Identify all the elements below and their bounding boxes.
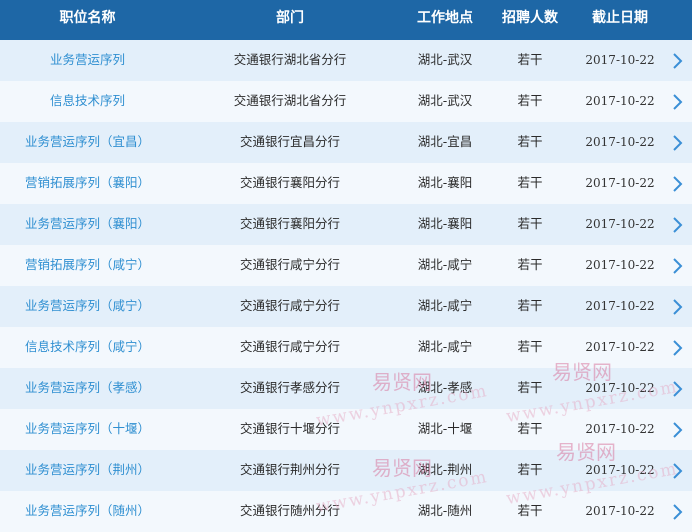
job-title[interactable]: 业务营运序列（随州） [0,491,175,532]
chevron-right-icon[interactable] [671,134,685,152]
job-department: 交通银行随州分行 [239,503,340,518]
job-department: 交通银行襄阳分行 [239,175,340,190]
job-count: 若干 [517,421,543,436]
table-row[interactable]: 业务营运序列（孝感） 交通银行孝感分行 湖北-孝感 若干 2017-10-22 [0,368,692,409]
table-header: 职位名称 部门 工作地点 招聘人数 截止日期 [0,0,692,40]
job-location: 湖北-孝感 [417,380,473,395]
job-location: 湖北-荆州 [417,462,473,477]
job-title[interactable]: 营销拓展序列（襄阳） [0,163,175,204]
job-title[interactable]: 业务营运序列（荆州） [0,450,175,491]
job-location: 湖北-随州 [417,503,473,518]
job-location: 湖北-咸宁 [417,298,473,313]
table-row[interactable]: 业务营运序列（襄阳） 交通银行襄阳分行 湖北-襄阳 若干 2017-10-22 [0,204,692,245]
job-location: 湖北-武汉 [417,52,473,67]
job-count: 若干 [517,503,543,518]
chevron-right-icon[interactable] [671,298,685,316]
job-count: 若干 [517,175,543,190]
header-count: 招聘人数 [502,10,558,26]
job-deadline: 2017-10-22 [585,504,655,518]
job-department: 交通银行荆州分行 [239,462,340,477]
table-row[interactable]: 信息技术序列（咸宁） 交通银行咸宁分行 湖北-咸宁 若干 2017-10-22 [0,327,692,368]
job-title[interactable]: 业务营运序列（宜昌） [0,122,175,163]
chevron-right-icon[interactable] [671,421,685,439]
job-count: 若干 [517,380,543,395]
job-location: 湖北-咸宁 [417,257,473,272]
job-department: 交通银行咸宁分行 [239,298,340,313]
job-department: 交通银行咸宁分行 [239,257,340,272]
job-deadline: 2017-10-22 [585,53,655,67]
job-title[interactable]: 业务营运序列（襄阳） [0,204,175,245]
job-deadline: 2017-10-22 [585,299,655,313]
job-title[interactable]: 信息技术序列（咸宁） [0,327,175,368]
table-row[interactable]: 业务营运序列（随州） 交通银行随州分行 湖北-随州 若干 2017-10-22 [0,491,692,532]
chevron-right-icon[interactable] [671,93,685,111]
job-deadline: 2017-10-22 [585,176,655,190]
table-row[interactable]: 业务营运序列 交通银行湖北省分行 湖北-武汉 若干 2017-10-22 [0,40,692,81]
chevron-right-icon[interactable] [671,175,685,193]
job-department: 交通银行宜昌分行 [239,134,340,149]
job-department: 交通银行襄阳分行 [239,216,340,231]
job-department: 交通银行咸宁分行 [239,339,340,354]
table-row[interactable]: 业务营运序列（十堰） 交通银行十堰分行 湖北-十堰 若干 2017-10-22 [0,409,692,450]
chevron-right-icon[interactable] [671,216,685,234]
job-location: 湖北-武汉 [417,93,473,108]
job-count: 若干 [517,257,543,272]
job-count: 若干 [517,216,543,231]
header-location: 工作地点 [417,10,473,26]
job-title[interactable]: 业务营运序列（十堰） [0,409,175,450]
job-deadline: 2017-10-22 [585,463,655,477]
table-row[interactable]: 信息技术序列 交通银行湖北省分行 湖北-武汉 若干 2017-10-22 [0,81,692,122]
job-department: 交通银行孝感分行 [239,380,340,395]
job-department: 交通银行湖北省分行 [233,52,347,67]
table-row[interactable]: 业务营运序列（宜昌） 交通银行宜昌分行 湖北-宜昌 若干 2017-10-22 [0,122,692,163]
job-deadline: 2017-10-22 [585,422,655,436]
header-dept: 部门 [276,10,304,26]
chevron-right-icon[interactable] [671,462,685,480]
job-title[interactable]: 营销拓展序列（咸宁） [0,245,175,286]
job-count: 若干 [517,52,543,67]
job-count: 若干 [517,93,543,108]
job-location: 湖北-襄阳 [417,175,473,190]
table-row[interactable]: 业务营运序列（荆州） 交通银行荆州分行 湖北-荆州 若干 2017-10-22 [0,450,692,491]
job-title[interactable]: 业务营运序列 [0,40,175,81]
chevron-right-icon[interactable] [671,257,685,275]
job-title[interactable]: 信息技术序列 [0,81,175,122]
chevron-right-icon[interactable] [671,380,685,398]
job-title[interactable]: 业务营运序列（咸宁） [0,286,175,327]
job-count: 若干 [517,462,543,477]
job-location: 湖北-襄阳 [417,216,473,231]
job-count: 若干 [517,298,543,313]
job-deadline: 2017-10-22 [585,94,655,108]
job-deadline: 2017-10-22 [585,340,655,354]
job-title[interactable]: 业务营运序列（孝感） [0,368,175,409]
table-row[interactable]: 业务营运序列（咸宁） 交通银行咸宁分行 湖北-咸宁 若干 2017-10-22 [0,286,692,327]
table-row[interactable]: 营销拓展序列（襄阳） 交通银行襄阳分行 湖北-襄阳 若干 2017-10-22 [0,163,692,204]
chevron-right-icon[interactable] [671,52,685,70]
job-deadline: 2017-10-22 [585,258,655,272]
job-deadline: 2017-10-22 [585,135,655,149]
job-location: 湖北-咸宁 [417,339,473,354]
job-department: 交通银行湖北省分行 [233,93,347,108]
header-deadline: 截止日期 [592,10,648,26]
job-deadline: 2017-10-22 [585,381,655,395]
table-row[interactable]: 营销拓展序列（咸宁） 交通银行咸宁分行 湖北-咸宁 若干 2017-10-22 [0,245,692,286]
job-department: 交通银行十堰分行 [239,421,340,436]
job-count: 若干 [517,134,543,149]
job-deadline: 2017-10-22 [585,217,655,231]
job-count: 若干 [517,339,543,354]
chevron-right-icon[interactable] [671,503,685,521]
job-location: 湖北-十堰 [417,421,473,436]
header-title: 职位名称 [59,10,116,26]
chevron-right-icon[interactable] [671,339,685,357]
job-location: 湖北-宜昌 [417,134,473,149]
